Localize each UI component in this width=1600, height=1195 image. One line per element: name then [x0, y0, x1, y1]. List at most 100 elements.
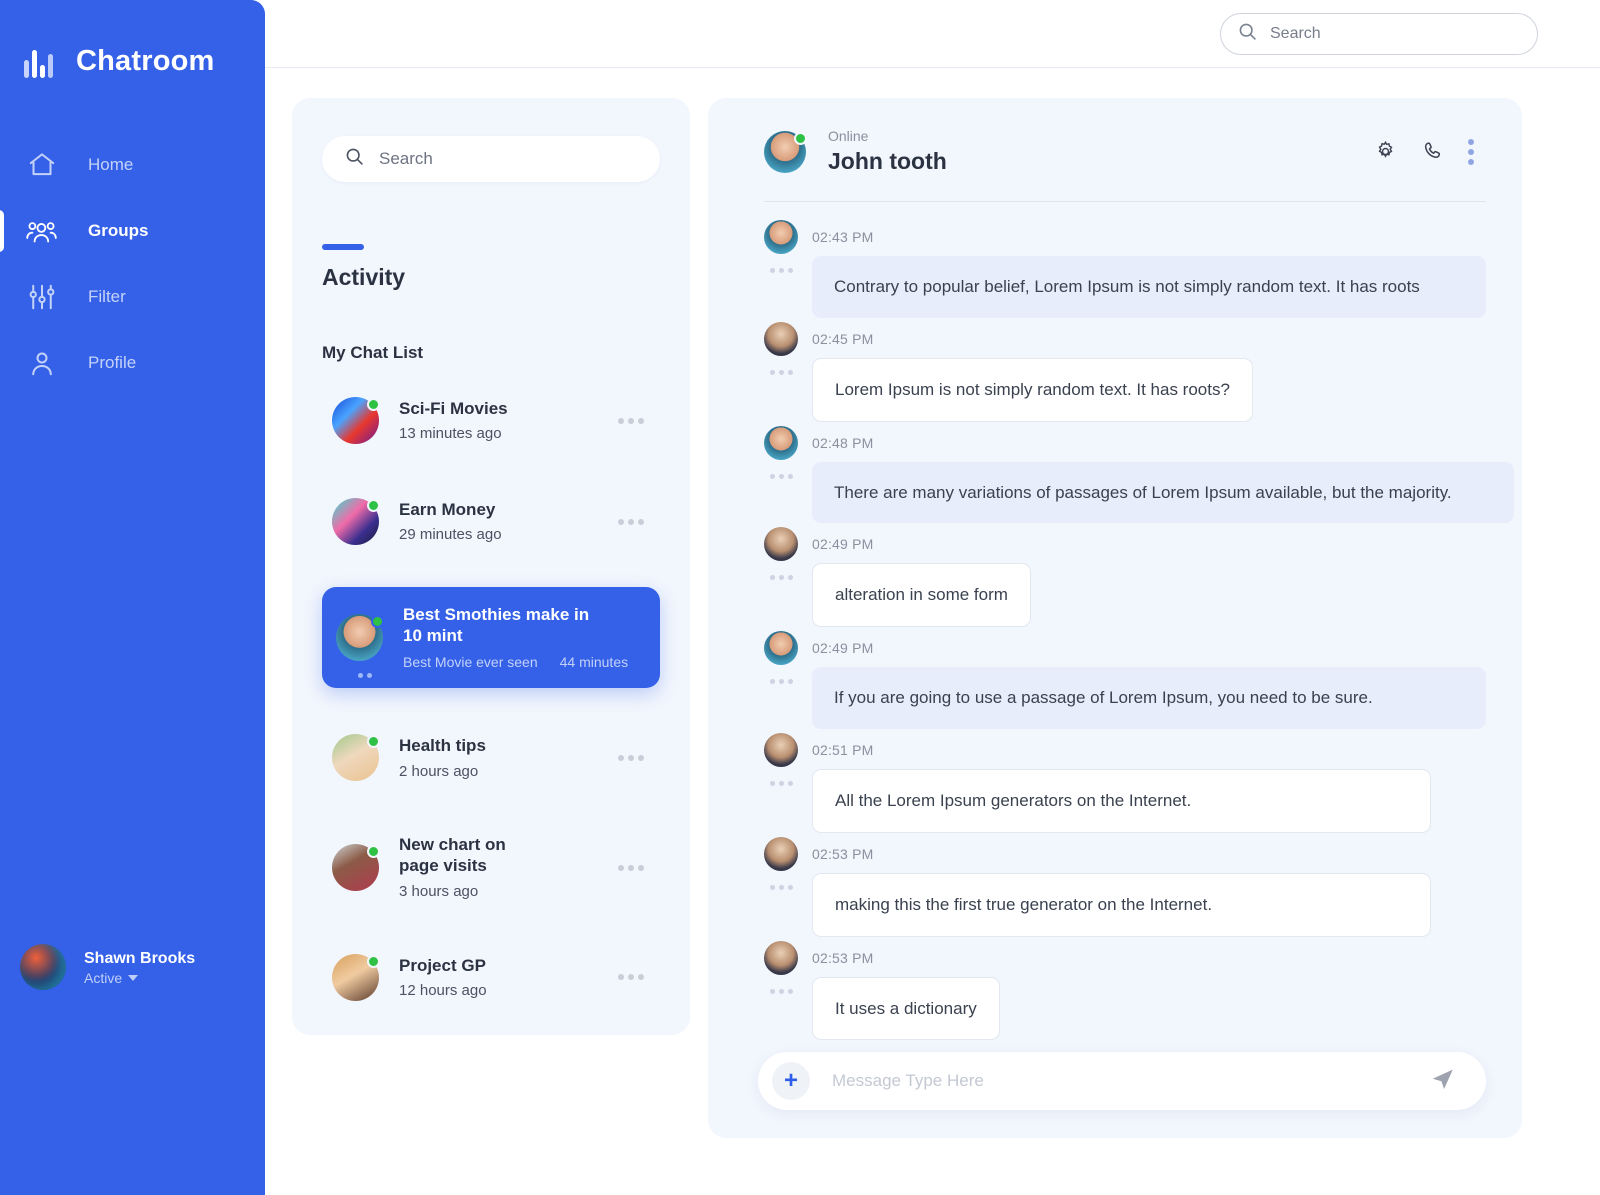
avatar [332, 397, 380, 444]
list-item[interactable]: Earn Money 29 minutes ago [322, 486, 660, 557]
main-area: Activity My Chat List Sci-Fi Movies 13 m… [265, 0, 1600, 1195]
chat-time: 29 minutes ago [399, 526, 502, 544]
more-options-icon[interactable] [618, 518, 650, 525]
avatar [20, 944, 66, 990]
chat-name: Earn Money [399, 499, 496, 519]
more-options-icon[interactable] [618, 754, 650, 761]
sidebar-item-filter[interactable]: Filter [0, 264, 265, 330]
message: 02:49 PM If you are going to use a passa… [764, 631, 1486, 729]
avatar [332, 844, 380, 892]
chat-list-search[interactable] [322, 136, 660, 182]
chat-list-search-input[interactable] [379, 149, 638, 169]
online-dot [367, 845, 380, 859]
online-dot [367, 954, 380, 968]
activity-title: Activity [322, 264, 406, 290]
avatar [764, 220, 798, 254]
typing-indicator-icon [764, 667, 798, 685]
message-bubble: Contrary to popular belief, Lorem Ipsum … [812, 256, 1486, 318]
chat-time: 2 hours ago [399, 762, 479, 780]
message-time: 02:53 PM [812, 845, 874, 862]
brand: Chatroom [0, 0, 265, 78]
conversation-panel: Online John tooth 02:43 PM Contrary to p… [708, 98, 1522, 1138]
avatar [764, 631, 798, 666]
message-time: 02:51 PM [812, 741, 874, 758]
sidebar: Chatroom Home Groups Filter Profile Shaw… [0, 0, 265, 1195]
chat-time: 44 minutes [559, 654, 629, 671]
phone-icon[interactable] [1420, 139, 1446, 165]
send-icon[interactable] [1430, 1066, 1456, 1097]
sidebar-item-profile[interactable]: Profile [0, 330, 265, 396]
avatar [336, 614, 384, 662]
typing-indicator-icon [764, 358, 798, 375]
sidebar-item-label: Profile [88, 353, 137, 372]
contact-status: Online [828, 128, 869, 144]
online-dot [367, 499, 380, 512]
message-bubble: All the Lorem Ipsum generators on the In… [812, 768, 1431, 833]
list-item-selected[interactable]: Best Smothies make in 10 mint Best Movie… [322, 587, 660, 689]
typing-indicator-icon [764, 256, 798, 273]
profile-icon [24, 345, 60, 381]
chat-time: 3 hours ago [399, 882, 479, 900]
message: 02:49 PM alteration in some form [764, 527, 1486, 628]
sidebar-user-name: Shawn Brooks [84, 950, 196, 968]
avatar [764, 527, 798, 562]
list-item[interactable]: New chart on page visits 3 hours ago [322, 823, 660, 911]
sidebar-user[interactable]: Shawn Brooks Active [0, 944, 195, 990]
more-options-icon[interactable] [618, 864, 650, 871]
activity-accent-bar [322, 244, 364, 250]
message: 02:51 PM All the Lorem Ipsum generators … [764, 732, 1486, 833]
chat-list: Sci-Fi Movies 13 minutes ago Earn Money … [322, 385, 660, 1013]
typing-indicator-icon [764, 977, 798, 994]
avatar [332, 953, 380, 1001]
chat-name: New chart on page visits [399, 835, 506, 876]
search-icon [344, 146, 365, 172]
online-dot [371, 615, 384, 629]
chat-name: Sci-Fi Movies [399, 398, 508, 418]
typing-indicator-icon [764, 769, 798, 786]
message-composer[interactable]: + [758, 1052, 1486, 1110]
list-item[interactable]: Health tips 2 hours ago [322, 722, 660, 793]
message-input[interactable] [832, 1071, 1430, 1091]
global-search[interactable] [1220, 12, 1538, 55]
avatar [764, 425, 798, 460]
message-bubble: alteration in some form [812, 563, 1031, 628]
message-time: 02:48 PM [812, 434, 874, 451]
sidebar-item-home[interactable]: Home [0, 132, 265, 198]
sidebar-item-label: Groups [88, 221, 149, 240]
message-list: 02:43 PM Contrary to popular belief, Lor… [764, 202, 1514, 1041]
more-options-icon[interactable] [618, 417, 650, 424]
avatar [764, 940, 798, 975]
list-item[interactable]: Project GP 12 hours ago [322, 942, 660, 1013]
sidebar-user-status[interactable]: Active [84, 970, 195, 986]
chatroom-logo-icon [24, 44, 58, 78]
chevron-down-icon [128, 974, 139, 981]
online-dot [367, 398, 380, 411]
message: 02:45 PM Lorem Ipsum is not simply rando… [764, 321, 1486, 422]
message-bubble: There are many variations of passages of… [812, 461, 1514, 524]
sidebar-item-groups[interactable]: Groups [0, 198, 265, 264]
chat-list-heading: My Chat List [322, 343, 424, 362]
gear-icon[interactable] [1372, 139, 1398, 165]
message: 02:53 PM It uses a dictionary [764, 940, 1486, 1041]
chat-name: Health tips [399, 736, 486, 756]
search-input[interactable] [1270, 24, 1521, 43]
avatar [332, 498, 380, 545]
list-item[interactable]: Sci-Fi Movies 13 minutes ago [322, 385, 660, 456]
typing-indicator-icon [358, 673, 372, 679]
chat-time: 13 minutes ago [399, 425, 502, 443]
message-time: 02:53 PM [812, 949, 874, 966]
sidebar-item-label: Home [88, 155, 134, 174]
add-attachment-button[interactable]: + [772, 1062, 810, 1100]
chat-list-panel: Activity My Chat List Sci-Fi Movies 13 m… [292, 98, 690, 1035]
more-options-icon[interactable] [618, 974, 650, 981]
groups-icon [24, 213, 60, 249]
contact-name: John tooth [828, 148, 947, 174]
typing-indicator-icon [764, 563, 798, 581]
activity-section: Activity [322, 244, 660, 291]
chat-name: Best Smothies make in 10 mint [403, 605, 590, 645]
avatar [764, 321, 798, 356]
message-bubble: It uses a dictionary [812, 976, 1000, 1041]
more-vertical-icon[interactable] [1468, 138, 1474, 165]
topbar [265, 0, 1600, 68]
home-icon [24, 147, 60, 183]
